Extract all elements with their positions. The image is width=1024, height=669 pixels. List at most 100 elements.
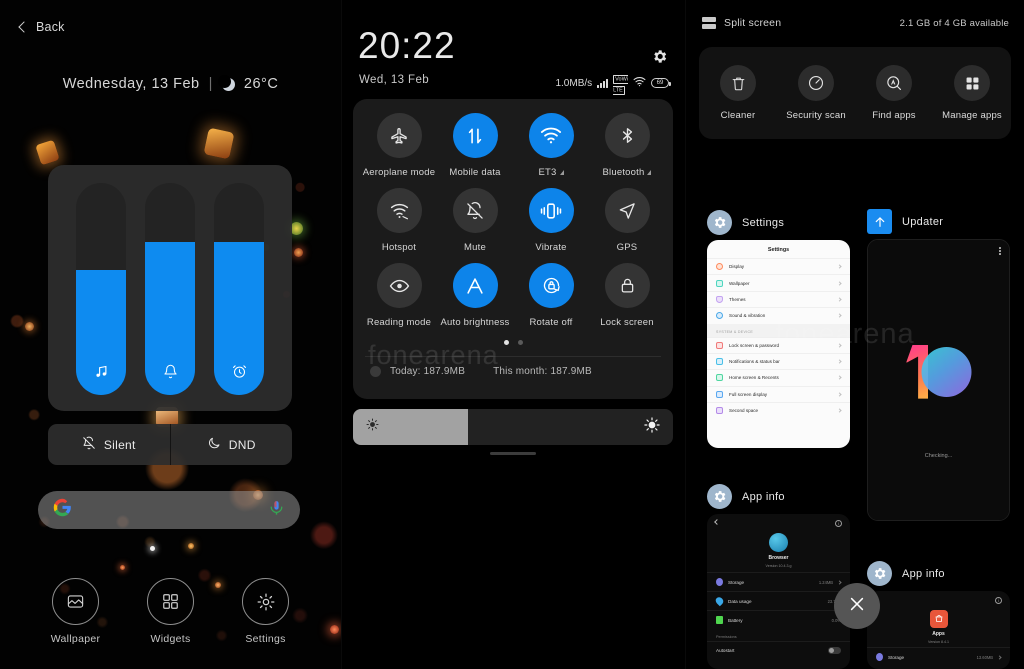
date-weather-row: Wednesday, 13 Feb | 26°C (0, 74, 341, 92)
tile-hotspot[interactable]: Hotspot (361, 188, 437, 253)
microphone-icon[interactable] (268, 499, 285, 521)
volume-slider-alarm[interactable] (214, 183, 264, 395)
vibrate-icon (528, 188, 574, 233)
settings-preview: Settings Display Wallpaper Themes Sound … (707, 240, 850, 448)
row-icon (716, 263, 723, 271)
panel-divider (685, 0, 686, 669)
preview-row: Display (707, 258, 850, 274)
chevron-right-icon (837, 579, 842, 585)
recent-card-settings[interactable]: Settings Display Wallpaper Themes Sound … (707, 240, 850, 448)
tool-label: Find apps (872, 110, 916, 121)
back-label: Back (36, 20, 65, 34)
row-label: Lock screen & password (729, 342, 780, 348)
preview-row: Sound & vibration (707, 307, 850, 323)
gear-icon (867, 561, 892, 586)
home-screen-edit-panel: Back Wednesday, 13 Feb | 26°C Silent DND… (0, 0, 341, 669)
preview-topbar: i (867, 591, 1010, 604)
silent-mode-button[interactable]: Silent (48, 424, 170, 465)
recent-app-header-appinfo-browser[interactable]: App info (707, 484, 785, 509)
recent-card-appinfo-browser[interactable]: i Browser Version 10.4.3.g Storage 1.24MB… (707, 514, 850, 669)
page-dot-2[interactable] (517, 340, 523, 345)
quick-settings-panel: Aeroplane mode Mobile data ET3 Bluetooth… (353, 99, 673, 399)
recent-app-header-settings[interactable]: Settings (707, 210, 784, 235)
wifi-icon (633, 76, 646, 90)
brightness-slider[interactable] (353, 409, 673, 445)
dnd-mode-button[interactable]: DND (171, 424, 293, 465)
recent-card-appinfo-apps[interactable]: i Apps Version 8.4.1 Storage 13.60MB (867, 591, 1010, 669)
settings-action-label: Settings (245, 633, 286, 645)
preview-row: Data usage23.7KB (707, 591, 850, 610)
tile-label: GPS (616, 242, 638, 253)
data-usage-icon (370, 366, 381, 377)
settings-shortcut-button[interactable] (651, 48, 668, 70)
find-apps-button[interactable]: Find apps (855, 65, 933, 121)
row-icon (716, 295, 723, 303)
split-screen-label: Split screen (724, 17, 782, 29)
wallpaper-action[interactable]: Wallpaper (37, 578, 115, 645)
tile-label: Mobile data (449, 167, 501, 178)
lantern-decoration (294, 248, 303, 257)
row-label: Storage (888, 654, 905, 660)
search-a-icon (876, 65, 912, 101)
chevron-right-icon (837, 280, 842, 286)
mode-divider (169, 424, 171, 465)
preview-row: Home screen & Recents (707, 369, 850, 385)
google-g-icon (53, 498, 72, 522)
widgets-action[interactable]: Widgets (132, 578, 210, 645)
tile-bluetooth[interactable]: Bluetooth (589, 113, 665, 178)
overflow-menu-icon[interactable] (999, 247, 1001, 255)
tile-gps[interactable]: GPS (589, 188, 665, 253)
volte-icon: VoWi LTE (613, 74, 628, 95)
date-separator: | (208, 76, 213, 92)
autostart-toggle[interactable] (828, 647, 841, 654)
volume-slider-ring[interactable] (145, 183, 195, 395)
widgets-grid-icon (147, 578, 194, 625)
memory-status-label: 2.1 GB of 4 GB available (899, 18, 1009, 29)
tile-mute[interactable]: Mute (437, 188, 513, 253)
recent-app-name: App info (902, 567, 945, 580)
row-value: 13.60MB (976, 654, 993, 660)
settings-action[interactable]: Settings (227, 578, 305, 645)
row-icon (716, 279, 723, 287)
close-x-icon (847, 594, 867, 619)
tile-rotate-off[interactable]: Rotate off (513, 263, 589, 328)
tile-aeroplane-mode[interactable]: Aeroplane mode (361, 113, 437, 178)
tool-label: Manage apps (942, 110, 1002, 121)
close-recents-button[interactable] (834, 583, 880, 629)
control-center-date: Wed, 13 Feb (359, 74, 430, 86)
moon-icon (217, 74, 235, 91)
tile-wifi-et3[interactable]: ET3 (513, 113, 589, 178)
tile-vibrate[interactable]: Vibrate (513, 188, 589, 253)
tile-mobile-data[interactable]: Mobile data (437, 113, 513, 178)
google-search-bar[interactable] (38, 491, 300, 529)
panel-divider (341, 0, 342, 669)
cleaner-button[interactable]: Cleaner (699, 65, 777, 121)
row-icon (716, 616, 723, 624)
preview-row: Themes (707, 290, 850, 307)
battery-level-label: 69 (656, 80, 664, 86)
chevron-right-icon (837, 343, 842, 348)
dnd-mode-label: DND (228, 437, 256, 452)
tile-auto-brightness[interactable]: Auto brightness (437, 263, 513, 328)
page-dot-1[interactable] (503, 340, 509, 345)
data-usage-row[interactable]: Today: 187.9MB This month: 187.9MB (353, 357, 673, 377)
preview-row: Full screen display (707, 385, 850, 402)
sound-mode-bar: Silent DND (48, 424, 292, 465)
volume-slider-media[interactable] (76, 183, 126, 395)
split-screen-button[interactable]: Split screen (702, 17, 781, 29)
security-scan-button[interactable]: Security scan (777, 65, 855, 121)
silent-mode-label: Silent (103, 437, 136, 452)
tile-label: Reading mode (366, 317, 432, 328)
tile-reading-mode[interactable]: Reading mode (361, 263, 437, 328)
back-button[interactable]: Back (18, 20, 65, 34)
brightness-high-icon (644, 416, 660, 438)
gear-icon (707, 210, 732, 235)
recent-app-header-updater[interactable]: Updater (867, 209, 943, 234)
manage-apps-button[interactable]: Manage apps (933, 65, 1011, 121)
recent-card-updater[interactable]: Checking... (867, 239, 1010, 521)
row-icon (716, 358, 723, 366)
recent-app-header-appinfo-apps[interactable]: App info (867, 561, 945, 586)
tile-lock-screen[interactable]: Lock screen (589, 263, 665, 328)
row-label: Display (729, 264, 745, 270)
date-label: Wednesday, 13 Feb (62, 76, 200, 92)
